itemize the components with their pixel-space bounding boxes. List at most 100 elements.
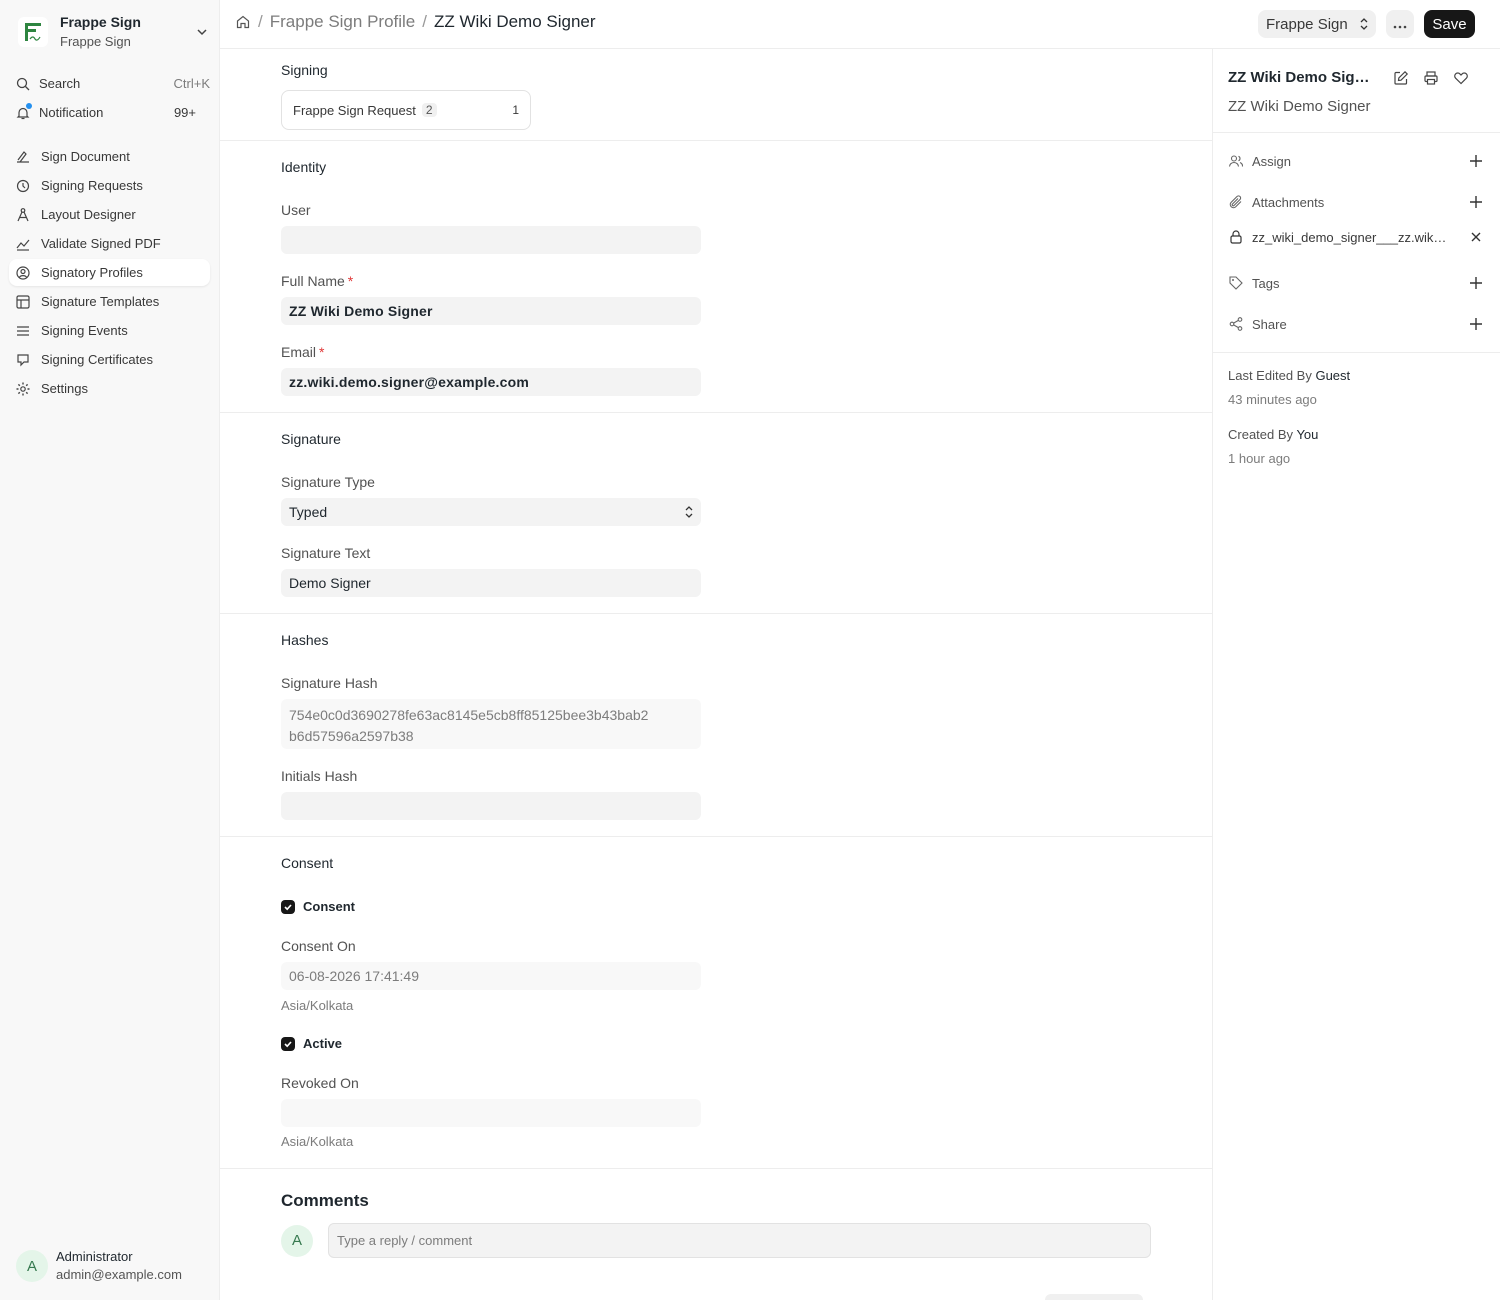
- active-checkbox[interactable]: Active: [281, 1036, 342, 1051]
- attachments-label: Attachments: [1252, 194, 1325, 210]
- assign-row: Assign: [1228, 151, 1484, 171]
- app-switcher[interactable]: Frappe Sign Frappe Sign: [14, 10, 210, 54]
- consent-on-field[interactable]: 06-08-2026 17:41:49: [281, 962, 701, 990]
- created-when: 1 hour ago: [1228, 451, 1291, 466]
- tag-icon: [1228, 275, 1244, 291]
- sidebar-item-validate-signed-pdf[interactable]: Validate Signed PDF: [9, 230, 210, 257]
- user-field[interactable]: [281, 226, 701, 254]
- last-edited-by[interactable]: Guest: [1315, 368, 1350, 383]
- more-actions-button[interactable]: [1386, 10, 1414, 38]
- signature-hash-line-1: 754e0c0d3690278fe63ac8145e5cb8ff85125bee…: [289, 707, 649, 723]
- required-mark: *: [347, 273, 354, 289]
- notification-button[interactable]: Notification 99+: [9, 99, 210, 126]
- consent-on-label: Consent On: [281, 938, 356, 954]
- heart-icon[interactable]: [1452, 69, 1470, 87]
- sign-document-icon: [15, 149, 31, 165]
- divider: [220, 140, 1213, 141]
- full-name-field[interactable]: ZZ Wiki Demo Signer: [281, 297, 701, 325]
- add-share-plus-icon[interactable]: [1468, 316, 1484, 332]
- breadcrumb-parent-link[interactable]: Frappe Sign Profile: [270, 12, 416, 32]
- sidebar-item-sign-document[interactable]: Sign Document: [9, 143, 210, 170]
- doc-title: ZZ Wiki Demo Signer: [1228, 69, 1373, 86]
- header-bar: / Frappe Sign Profile / ZZ Wiki Demo Sig…: [220, 0, 1500, 49]
- user-email: admin@example.com: [56, 1267, 182, 1282]
- sidebar-item-signing-requests[interactable]: Signing Requests: [9, 172, 210, 199]
- created-info: Created By You 1 hour ago: [1228, 423, 1318, 471]
- divider: [220, 836, 1213, 837]
- section-title-hashes: Hashes: [281, 632, 329, 648]
- signature-text-label: Signature Text: [281, 545, 371, 561]
- share-icon: [1228, 316, 1244, 332]
- lock-icon: [1228, 229, 1244, 245]
- breadcrumb-separator: /: [422, 12, 427, 31]
- share-row: Share: [1228, 314, 1484, 334]
- signature-hash-field[interactable]: 754e0c0d3690278fe63ac8145e5cb8ff85125bee…: [281, 699, 701, 749]
- certificates-icon: [15, 352, 31, 368]
- add-attachment-plus-icon[interactable]: [1468, 194, 1484, 210]
- divider: [220, 613, 1213, 614]
- app-name: Frappe Sign: [60, 14, 141, 30]
- sidebar-item-layout-designer[interactable]: Layout Designer: [9, 201, 210, 228]
- comment-input[interactable]: Type a reply / comment: [328, 1223, 1151, 1258]
- timezone-label: Asia/Kolkata: [281, 998, 354, 1013]
- assign-users-icon: [1228, 153, 1244, 169]
- breadcrumb: / Frappe Sign Profile / ZZ Wiki Demo Sig…: [235, 12, 596, 32]
- signature-text-field[interactable]: Demo Signer: [281, 569, 701, 597]
- bell-icon: [15, 102, 32, 121]
- email-field[interactable]: zz.wiki.demo.signer@example.com: [281, 368, 701, 396]
- checkbox-checked-icon: [281, 1036, 295, 1051]
- sidebar-item-signature-templates[interactable]: Signature Templates: [9, 288, 210, 315]
- divider: [1213, 352, 1500, 353]
- email-label: Email *: [281, 344, 324, 360]
- signature-type-value: Typed: [289, 504, 328, 520]
- revoked-on-field[interactable]: [281, 1099, 701, 1127]
- sidebar-item-label: Settings: [41, 381, 88, 396]
- created-prefix: Created By: [1228, 427, 1294, 442]
- signature-type-select[interactable]: Typed: [281, 498, 701, 526]
- consent-checkbox[interactable]: Consent: [281, 899, 355, 914]
- breadcrumb-separator: /: [258, 12, 263, 31]
- sidebar-item-signing-certificates[interactable]: Signing Certificates: [9, 346, 210, 373]
- sidebar-item-label: Signing Requests: [41, 178, 143, 193]
- attachment-item[interactable]: zz_wiki_demo_signer___zz.wiki.demo.signe…: [1228, 227, 1484, 247]
- timezone-label: Asia/Kolkata: [281, 1134, 354, 1149]
- comment-box: A Type a reply / comment: [281, 1223, 1151, 1258]
- signature-hash-label: Signature Hash: [281, 675, 378, 691]
- chevron-down-icon: [194, 24, 210, 40]
- app-select-value: Frappe Sign: [1266, 15, 1348, 33]
- notification-dot: [26, 102, 32, 109]
- last-edited-when: 43 minutes ago: [1228, 392, 1317, 407]
- add-tag-plus-icon[interactable]: [1468, 275, 1484, 291]
- edit-icon[interactable]: [1392, 69, 1410, 87]
- add-assign-plus-icon[interactable]: [1468, 153, 1484, 169]
- doc-subtitle: ZZ Wiki Demo Signer: [1228, 98, 1371, 115]
- form-sidebar: ZZ Wiki Demo Signer ZZ Wiki Demo Signer …: [1213, 49, 1500, 1300]
- search-button[interactable]: Search Ctrl+K: [9, 70, 210, 97]
- section-title-signature: Signature: [281, 431, 341, 447]
- frappe-sign-logo-icon: [18, 17, 48, 47]
- select-arrows-icon: [1360, 18, 1368, 30]
- linked-doc-label: Frappe Sign Request: [293, 102, 416, 118]
- initials-hash-label: Initials Hash: [281, 768, 358, 784]
- save-button[interactable]: Save: [1424, 10, 1475, 38]
- divider: [220, 412, 1213, 413]
- linked-doc-card[interactable]: Frappe Sign Request 2 1: [281, 90, 531, 130]
- initials-hash-field[interactable]: [281, 792, 701, 820]
- attachment-filename[interactable]: zz_wiki_demo_signer___zz.wiki.demo.signe…: [1252, 230, 1447, 245]
- sidebar-item-signatory-profiles[interactable]: Signatory Profiles: [9, 259, 210, 286]
- sidebar-item-settings[interactable]: Settings: [9, 375, 210, 402]
- full-name-label-text: Full Name: [281, 273, 345, 289]
- home-icon[interactable]: [235, 14, 251, 30]
- remove-attachment-close-icon[interactable]: [1468, 229, 1484, 245]
- sidebar-item-signing-events[interactable]: Signing Events: [9, 317, 210, 344]
- user-menu[interactable]: A Administrator admin@example.com: [16, 1249, 212, 1282]
- sidebar-item-label: Signature Templates: [41, 294, 160, 309]
- section-title-identity: Identity: [281, 159, 327, 175]
- printer-icon[interactable]: [1422, 69, 1440, 87]
- comments-title: Comments: [281, 1191, 369, 1210]
- signature-hash-line-2: b6d57596a2597b38: [289, 728, 414, 744]
- section-title-signing: Signing: [281, 62, 328, 78]
- layout-designer-icon: [15, 207, 31, 223]
- app-select[interactable]: Frappe Sign: [1258, 10, 1376, 38]
- comment-submit-button[interactable]: [1045, 1294, 1143, 1300]
